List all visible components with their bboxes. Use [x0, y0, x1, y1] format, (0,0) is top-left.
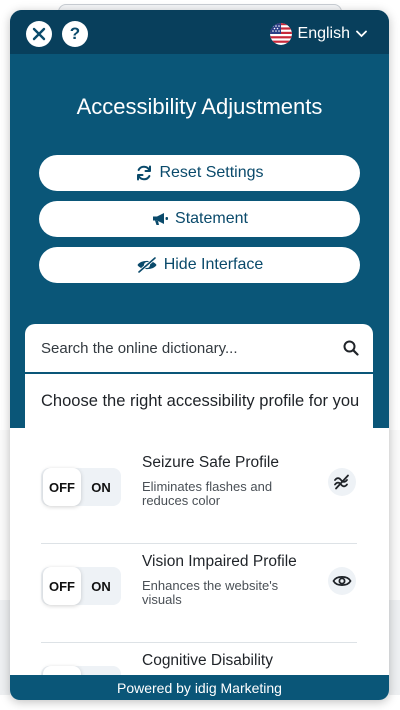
eye-icon [328, 567, 356, 595]
seizure-safe-toggle[interactable]: OFF ON [41, 468, 121, 506]
profile-vision-impaired: OFF ON Vision Impaired Profile Enhances … [41, 553, 357, 643]
eye-slash-icon [137, 257, 157, 273]
hide-interface-button[interactable]: Hide Interface [39, 247, 360, 283]
search-icon[interactable] [343, 340, 359, 356]
flash-off-icon [328, 468, 356, 496]
reset-settings-button[interactable]: Reset Settings [39, 155, 360, 191]
toggle-on-option[interactable]: ON [83, 567, 119, 605]
toggle-on-option[interactable]: ON [83, 468, 119, 506]
help-button[interactable]: ? [62, 21, 88, 47]
background-panel-left [0, 600, 10, 695]
language-label: English [297, 25, 350, 42]
toggle-off-option[interactable]: OFF [43, 468, 81, 506]
profile-description: Enhances the website's visuals [142, 578, 279, 607]
profiles-heading: Choose the right accessibility profile f… [41, 392, 360, 410]
widget-topbar: ? English [10, 10, 389, 54]
question-mark-icon: ? [69, 24, 81, 43]
language-selector[interactable]: English [269, 22, 367, 46]
footer-text: Powered by idig Marketing [117, 679, 282, 696]
profile-seizure-safe: OFF ON Seizure Safe Profile Eliminates f… [41, 454, 357, 544]
powered-by-footer[interactable]: Powered by idig Marketing [10, 675, 389, 700]
chevron-down-icon [356, 30, 367, 38]
statement-label: Statement [175, 210, 248, 227]
megaphone-icon [153, 213, 169, 225]
reset-settings-label: Reset Settings [159, 164, 264, 181]
refresh-icon [137, 165, 152, 181]
profile-description: Eliminates flashes and reduces color [142, 479, 273, 508]
dictionary-search-input[interactable]: Search the online dictionary... [25, 324, 373, 374]
profile-title: Cognitive Disability [142, 652, 273, 669]
toggle-off-option[interactable]: OFF [43, 567, 81, 605]
close-icon [32, 27, 46, 41]
accessibility-widget: ? English Accessibility Adjustments Rese… [10, 10, 389, 700]
vision-impaired-toggle[interactable]: OFF ON [41, 567, 121, 605]
profile-title: Seizure Safe Profile [142, 454, 279, 471]
statement-button[interactable]: Statement [39, 201, 360, 237]
background-panel-right [389, 600, 400, 695]
panel-title: Accessibility Adjustments [76, 94, 323, 119]
hide-interface-label: Hide Interface [163, 256, 264, 273]
search-placeholder: Search the online dictionary... [41, 339, 238, 357]
us-flag-icon [269, 23, 292, 45]
close-button[interactable] [26, 21, 52, 47]
profile-title: Vision Impaired Profile [142, 553, 297, 570]
profiles-card: Search the online dictionary... Choose t… [25, 324, 373, 700]
